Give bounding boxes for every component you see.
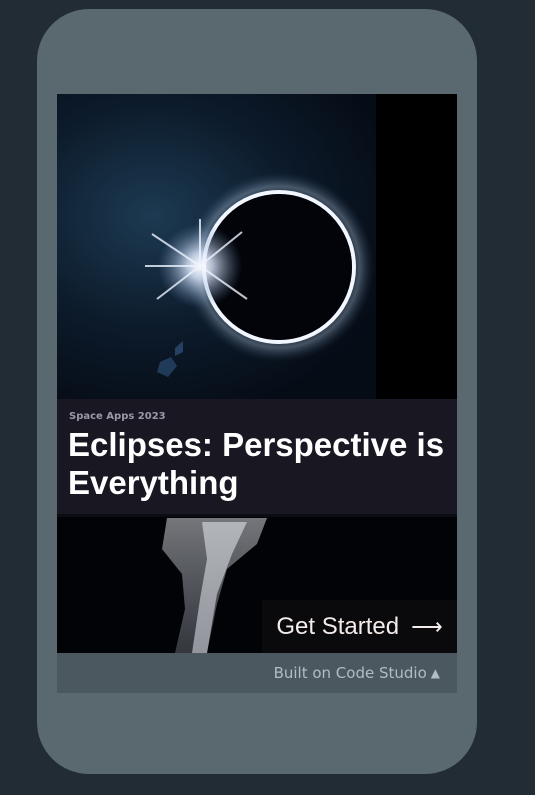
app-screen: Space Apps 2023 Eclipses: Perspective is… xyxy=(57,94,457,653)
image-filler xyxy=(376,94,457,399)
footer-label: Built on Code Studio xyxy=(273,664,427,682)
event-label: Space Apps 2023 xyxy=(69,411,166,422)
moon-reflection-image: Get Started ⟶ xyxy=(57,514,457,653)
title-panel: Space Apps 2023 Eclipses: Perspective is… xyxy=(57,399,457,514)
page-title: Eclipses: Perspective is Everything xyxy=(68,426,445,501)
code-studio-footer[interactable]: Built on Code Studio ▲ xyxy=(57,653,457,693)
get-started-button[interactable]: Get Started ⟶ xyxy=(262,600,457,653)
arrow-right-icon: ⟶ xyxy=(411,613,443,639)
caret-up-icon: ▲ xyxy=(430,666,440,680)
eclipse-image xyxy=(57,94,376,399)
get-started-label: Get Started xyxy=(276,612,400,640)
